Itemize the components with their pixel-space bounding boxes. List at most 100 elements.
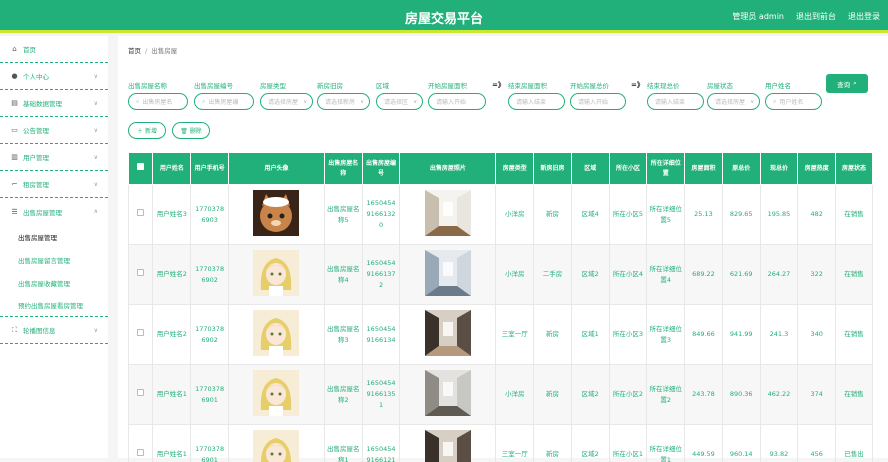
table-cell-code: 16504549166135 1 [362,365,400,425]
sub-item-sale-favorites[interactable]: 出售房屋收藏管理 [0,271,108,294]
end-area-input[interactable]: 请输入结束 [508,93,565,110]
select-all-checkbox[interactable] [137,163,144,170]
search-button[interactable]: 查询 ⌕ [826,74,868,93]
table-cell-phone: 17703786901 [191,365,229,425]
sidebar-item-notice[interactable]: ▭ 公告管理 ∨ [0,117,108,144]
filter-user-name: 用户姓名 ⌕用户姓名 [765,80,791,90]
table-header-row: 用户姓名 用户手机号 用户头像 出售房屋名称 出售房屋编号 出售房屋照片 房屋类… [129,153,873,185]
row-select-cell[interactable] [129,365,153,425]
sidebar-item-profile[interactable]: ● 个人中心 ∨ [0,63,108,90]
new-old-select[interactable]: 请选择新房∨ [317,93,370,110]
sidebar-item-carousel[interactable]: ⛶ 轮播图信息 ∨ [0,317,108,344]
sub-item-sale-viewing[interactable]: 预约出售房屋看房管理 [0,294,108,317]
crop-icon: ⌐ [10,180,19,189]
filter-region: 区域 请选择区∨ [376,80,389,90]
user-icon: ● [10,72,19,81]
col-header: 现总价 [760,153,798,185]
table-cell-area: 区域2 [571,365,609,425]
house-code-input[interactable]: ⌕出售房屋编 [194,93,254,110]
user-name-input[interactable]: ⌕用户姓名 [765,93,822,110]
table-row[interactable]: 用户姓名217703786902出售房屋名称416504549166137 2小… [129,245,873,305]
row-select-cell[interactable] [129,305,153,365]
select-all-cell[interactable] [129,153,153,185]
house-name-input[interactable]: ⌕出售房屋名 [128,93,188,110]
sidebar-item-base-data[interactable]: ▤ 基础数据管理 ∨ [0,90,108,117]
filter-label: 房屋状态 [707,80,733,90]
table-row[interactable]: 用户姓名317703786903出售房屋名称516504549166132 0小… [129,185,873,245]
table-cell-size: 449.59 [685,425,723,462]
to-front-link[interactable]: 退出到前台 [796,11,836,22]
end-price-input[interactable]: 请输入结束 [647,93,704,110]
table-cell-phone: 17703786901 [191,425,229,462]
table-row[interactable]: 用户姓名117703786901出售房屋名称216504549166135 1小… [129,365,873,425]
col-header: 出售房屋名称 [324,153,362,185]
avatar-cell [228,425,324,462]
col-header: 区域 [571,153,609,185]
chevron-down-icon: ∨ [94,100,98,107]
sub-item-sale-comments[interactable]: 出售房屋留言管理 [0,248,108,271]
table-cell-community: 所在小区4 [609,245,647,305]
placeholder: 请输入结束 [655,97,685,106]
logout-link[interactable]: 退出登录 [848,11,880,22]
start-area-input[interactable]: 请输入开始 [428,93,486,110]
avatar-cell [228,305,324,365]
row-checkbox[interactable] [137,389,144,396]
chevron-down-icon: ∨ [94,127,98,134]
region-select[interactable]: 请选择区∨ [376,93,423,110]
placeholder: 请输入开始 [436,97,466,106]
table-cell-age: 二手房 [534,245,572,305]
filter-end-price: 结束现总价 请输入结束 [647,80,680,90]
table-cell-heat: 374 [798,365,836,425]
sidebar-item-rent[interactable]: ⌐ 租房管理 ∨ [0,171,108,198]
table-cell-house: 出售房屋名称5 [324,185,362,245]
filter-label: 开始房屋总价 [570,80,609,90]
table-cell-heat: 456 [798,425,836,462]
table-cell-area: 区域2 [571,245,609,305]
filter-label: 新房旧房 [317,80,343,90]
col-header: 所在详细位置 [647,153,685,185]
sidebar-item-label: 公告管理 [23,125,49,135]
avatar [253,430,299,462]
col-header: 房屋面积 [685,153,723,185]
admin-label[interactable]: 管理员 admin [732,11,784,22]
delete-button[interactable]: 🗑 删除 [172,122,210,139]
row-checkbox[interactable] [137,209,144,216]
row-select-cell[interactable] [129,425,153,462]
header-links: 管理员 admin 退出到前台 退出登录 [732,11,880,22]
sidebar-item-sale[interactable]: ☰ 出售房屋管理 ∧ [0,198,108,225]
row-select-cell[interactable] [129,245,153,305]
search-icon: ⌕ [853,79,857,88]
sub-item-sale-manage[interactable]: 出售房屋管理 [0,225,108,248]
breadcrumb: 首页/出售房屋 [128,45,177,55]
table-row[interactable]: 用户姓名117703786901出售房屋名称116504549166121三室一… [129,425,873,462]
start-price-input[interactable]: 请输入开始 [570,93,626,110]
row-checkbox[interactable] [137,329,144,336]
action-bar: ＋ 新增 🗑 删除 [128,122,210,139]
table-cell-house: 出售房屋名称3 [324,305,362,365]
col-header: 所在小区 [609,153,647,185]
table-cell-size: 25.13 [685,185,723,245]
filter-house-status: 房屋状态 请选择房屋∨ [707,80,733,90]
sidebar-item-users[interactable]: ▥ 用户管理 ∨ [0,144,108,171]
breadcrumb-home[interactable]: 首页 [128,47,141,55]
col-header: 用户手机号 [191,153,229,185]
table-cell-area: 区域1 [571,305,609,365]
house-photo [425,250,471,296]
row-checkbox[interactable] [137,449,144,456]
database-icon: ▤ [10,99,19,108]
row-select-cell[interactable] [129,185,153,245]
table-cell-orig: 890.36 [722,365,760,425]
table-row[interactable]: 用户姓名217703786902出售房屋名称316504549166134三室一… [129,305,873,365]
add-button[interactable]: ＋ 新增 [128,122,166,139]
filter-label: 区域 [376,80,389,90]
sidebar-item-home[interactable]: ⌂ 首页 [0,36,108,63]
house-type-select[interactable]: 请选择房屋∨ [260,93,313,110]
table-cell-name: 用户姓名1 [153,365,191,425]
row-checkbox[interactable] [137,269,144,276]
table-cell-name: 用户姓名2 [153,245,191,305]
col-header: 原总价 [722,153,760,185]
table-cell-age: 新房 [534,425,572,462]
photo-cell [400,365,496,425]
house-status-select[interactable]: 请选择房屋∨ [707,93,760,110]
table-cell-location: 所在详细位置1 [647,425,685,462]
